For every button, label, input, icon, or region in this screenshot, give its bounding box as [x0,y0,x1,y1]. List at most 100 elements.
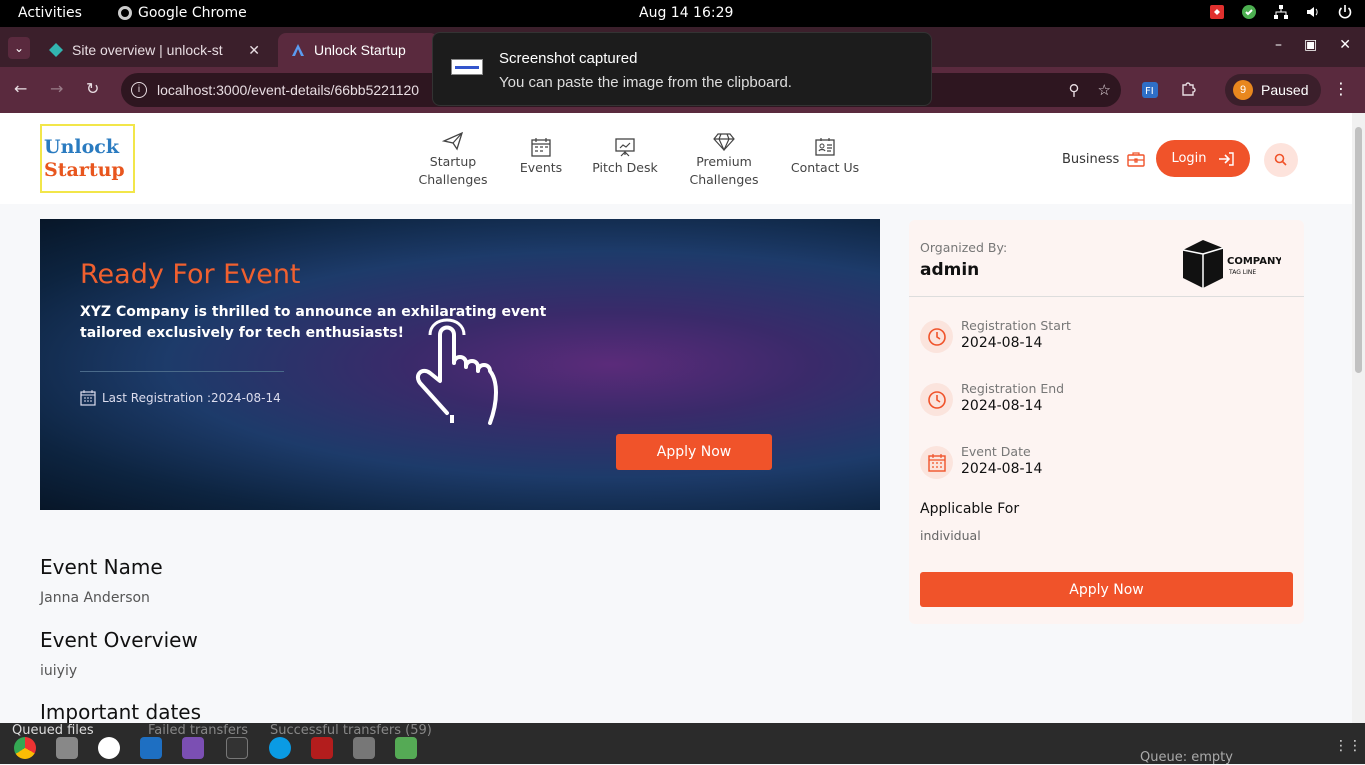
queued-files-tab[interactable]: Queued files [12,723,94,738]
nav-label: Events [519,160,563,175]
show-apps-grid-icon[interactable]: ⋮⋮⋮ [1334,738,1365,754]
nav-premium-challenges[interactable]: Premium Challenges [688,131,760,189]
pointing-hand-icon [415,318,498,425]
chrome-dock-icon[interactable] [14,737,36,759]
skype-dock-icon[interactable] [269,737,291,759]
date-value: 2024-08-14 [961,398,1043,414]
sidebar-apply-now-button[interactable]: Apply Now [920,572,1293,607]
back-arrow-icon[interactable]: ← [14,79,27,98]
system-top-bar: Activities Google Chrome Aug 14 16:29 [0,0,1365,27]
extension-fi-icon[interactable]: FI [1141,81,1159,103]
network-icon[interactable] [1273,4,1289,20]
calendar-icon [531,138,551,157]
login-arrow-icon [1218,151,1234,166]
applicable-for-value: individual [920,528,981,543]
chrome-app-icon [118,6,132,20]
nav-contact-us[interactable]: Contact Us [790,137,860,177]
svg-text:TAG LINE: TAG LINE [1228,269,1256,276]
notification-body: You can paste the image from the clipboa… [499,74,792,91]
screenshot-notification[interactable]: Screenshot captured You can paste the im… [432,32,932,106]
site-logo[interactable]: Unlock Startup [40,124,135,193]
tab-search-chevron-icon[interactable]: ⌄ [8,37,30,59]
banner-title: Ready For Event [80,259,301,290]
date-value: 2024-08-14 [961,335,1043,351]
forward-arrow-icon[interactable]: → [50,79,63,98]
nav-label: Challenges [418,172,488,187]
reload-icon[interactable]: ↻ [86,79,99,98]
calendar-icon [80,390,96,406]
logo-line-2: Startup [44,159,125,181]
nav-events[interactable]: Events [515,137,567,177]
svg-text:FI: FI [1145,86,1154,97]
activities-button[interactable]: Activities [18,5,82,21]
business-link[interactable]: Business [1062,151,1146,167]
mongodb-dock-icon[interactable] [98,737,120,759]
tab-title: Unlock Startup [314,42,406,58]
last-registration: Last Registration :2024-08-14 [80,390,281,406]
presentation-board-icon [615,138,635,157]
maximize-icon[interactable]: ▣ [1304,37,1317,53]
chrome-menu-icon[interactable]: ⋮ [1333,79,1349,98]
files-dock-icon[interactable] [56,737,78,759]
event-date-row: Event Date 2024-08-14 [920,444,1042,479]
close-tab-icon[interactable]: ✕ [248,42,260,59]
svg-text:COMPANY: COMPANY [1227,256,1281,267]
extensions-puzzle-icon[interactable] [1180,81,1196,101]
minimize-icon[interactable]: – [1275,37,1282,53]
bookmark-star-icon[interactable]: ☆ [1098,81,1111,99]
registration-end-row: Registration End 2024-08-14 [920,381,1064,416]
card-divider [909,296,1304,297]
taskbar: Queued files Failed transfers Successful… [0,723,1365,765]
banner-divider [80,371,284,372]
search-icon [1274,153,1287,166]
volume-icon[interactable] [1305,4,1321,20]
briefcase-icon [1127,152,1146,167]
failed-transfers-tab[interactable]: Failed transfers [148,723,248,738]
github-desktop-dock-icon[interactable] [182,737,204,759]
login-label: Login [1171,151,1207,166]
date-label: Event Date [961,444,1031,459]
terminal-dock-icon[interactable] [226,737,248,759]
screenshot-thumbnail-icon [451,59,483,75]
nav-label: Pitch Desk [592,160,658,175]
vscode-dock-icon[interactable] [140,737,162,759]
successful-transfers-tab[interactable]: Successful transfers (59) [270,723,432,738]
tab-title: Site overview | unlock-st [72,42,223,58]
profile-button[interactable]: 9 Paused [1225,74,1321,106]
site-header: Unlock Startup Startup Challenges Events… [0,113,1352,204]
clock[interactable]: Aug 14 16:29 [639,5,733,21]
system-tray[interactable] [1209,4,1353,20]
date-label: Registration Start [961,318,1071,333]
url-text: localhost:3000/event-details/66bb5221120 [157,82,420,98]
clock-icon [920,320,953,353]
notification-title: Screenshot captured [499,50,638,67]
registration-start-row: Registration Start 2024-08-14 [920,318,1071,353]
scrollbar-thumb[interactable] [1355,127,1362,373]
anydesk-icon[interactable] [1209,4,1225,20]
organizer-name: admin [920,260,980,280]
nav-label: Contact Us [790,160,860,175]
event-name-heading: Event Name [40,555,163,579]
tab-unlock-startup[interactable]: Unlock Startup [278,33,438,67]
nav-startup-challenges[interactable]: Startup Challenges [418,131,488,189]
applicable-for-label: Applicable For [920,501,1020,517]
nav-pitch-desk[interactable]: Pitch Desk [592,137,658,177]
update-icon[interactable] [1241,4,1257,20]
event-overview-value: iuiyiy [40,663,78,679]
banner-apply-now-button[interactable]: Apply Now [616,434,772,470]
company-logo: COMPANY TAG LINE [1182,240,1281,288]
power-icon[interactable] [1337,4,1353,20]
contact-card-icon [815,138,835,156]
page-scrollbar[interactable] [1352,113,1365,723]
tab-site-overview[interactable]: Site overview | unlock-st ✕ [36,33,272,67]
archive-dock-icon[interactable] [353,737,375,759]
close-window-icon[interactable]: ✕ [1339,37,1351,53]
app-menu[interactable]: Google Chrome [118,5,247,21]
site-search-button[interactable] [1264,143,1298,177]
login-button[interactable]: Login [1156,140,1250,177]
last-registration-date: 2024-08-14 [211,391,281,405]
filezilla-dock-icon[interactable] [311,737,333,759]
zoom-icon[interactable]: ⚲ [1069,81,1080,99]
site-info-icon[interactable]: i [131,82,147,98]
trash-dock-icon[interactable] [395,737,417,759]
